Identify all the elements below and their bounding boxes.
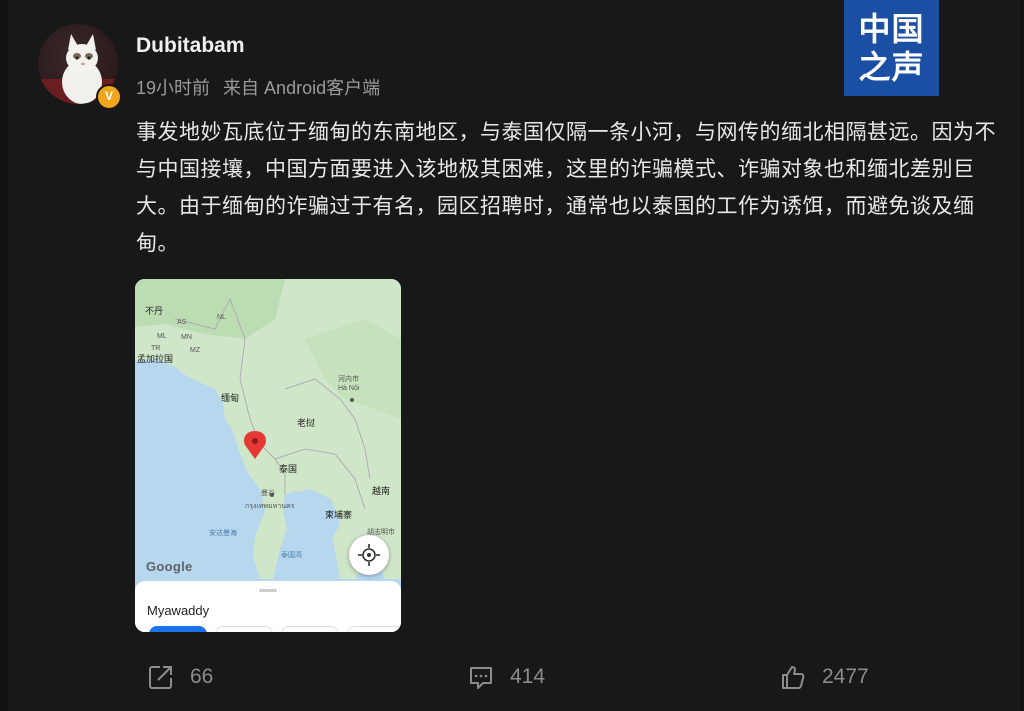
my-location-button[interactable] bbox=[349, 535, 389, 575]
map-label-mn: MN bbox=[181, 334, 192, 341]
like-button[interactable]: 2477 bbox=[780, 664, 869, 690]
map-image bbox=[135, 279, 401, 632]
share-count: 66 bbox=[190, 665, 214, 688]
channel-logo: 中国 之声 bbox=[844, 0, 939, 96]
action-chip[interactable] bbox=[347, 626, 401, 632]
verified-badge: V bbox=[96, 84, 122, 110]
comment-button[interactable]: 414 bbox=[468, 664, 545, 690]
sheet-handle[interactable] bbox=[259, 589, 277, 592]
post-time: 19小时前 bbox=[136, 78, 211, 98]
action-chip[interactable] bbox=[281, 626, 339, 632]
map-label-hanoi: 河内市 bbox=[338, 376, 359, 383]
map-label-andaman-sea: 安达曼海 bbox=[209, 530, 237, 537]
weibo-post: V Dubitabam 19小时前 来自 Android客户端 中国 之声 事发… bbox=[8, 0, 1020, 711]
thumbs-up-icon bbox=[782, 666, 805, 689]
logo-line-2: 之声 bbox=[858, 49, 925, 85]
logo-line-1: 中国 bbox=[858, 11, 925, 47]
place-name: Myawaddy bbox=[147, 603, 210, 618]
google-logo: Google bbox=[146, 559, 193, 574]
map-label-ml: ML bbox=[157, 333, 167, 340]
comment-icon bbox=[470, 667, 492, 689]
crosshair-icon bbox=[358, 544, 380, 566]
map-label-mz: MZ bbox=[190, 347, 201, 354]
map-label-nl: NL bbox=[217, 314, 226, 321]
map-label-thailand: 泰国 bbox=[279, 464, 298, 474]
post-meta: 19小时前 来自 Android客户端 bbox=[136, 74, 388, 100]
place-sheet[interactable]: Myawaddy bbox=[135, 581, 401, 632]
map-label-gulf-of-thailand: 泰国湾 bbox=[281, 552, 302, 559]
map-label-bhutan: 不丹 bbox=[145, 306, 164, 316]
post-text: 事发地妙瓦底位于缅甸的东南地区，与泰国仅隔一条小河，与网传的缅北相隔甚远。因为不… bbox=[136, 121, 996, 255]
action-bar: 66 414 2477 bbox=[8, 660, 1020, 696]
post-source: 来自 Android客户端 bbox=[223, 78, 381, 98]
comment-count: 414 bbox=[510, 665, 546, 688]
directions-chip[interactable] bbox=[149, 626, 207, 632]
map-label-bangladesh: 孟加拉国 bbox=[137, 354, 174, 364]
map-label-tr: TR bbox=[151, 345, 161, 352]
map-label-myanmar: 缅甸 bbox=[221, 393, 240, 403]
map-label-vietnam: 越南 bbox=[372, 486, 391, 496]
username[interactable]: Dubitabam bbox=[136, 34, 245, 58]
map-card[interactable]: 不丹 AS NL ML MN TR MZ 孟加拉国 缅甸 河内市 Hà Nội … bbox=[135, 279, 401, 632]
map-label-laos: 老挝 bbox=[297, 418, 316, 428]
map-label-hanoi-vn: Hà Nội bbox=[338, 385, 360, 392]
like-count: 2477 bbox=[822, 665, 869, 688]
map-label-bangkok: 曼谷 bbox=[261, 490, 275, 497]
action-chip[interactable] bbox=[215, 626, 273, 632]
map-label-as: AS bbox=[177, 319, 187, 326]
map-label-cambodia: 柬埔寨 bbox=[325, 510, 353, 520]
map-label-bangkok-thai: กรุงเทพมหานคร bbox=[245, 503, 295, 510]
share-button[interactable]: 66 bbox=[148, 664, 213, 690]
share-icon bbox=[149, 666, 172, 689]
